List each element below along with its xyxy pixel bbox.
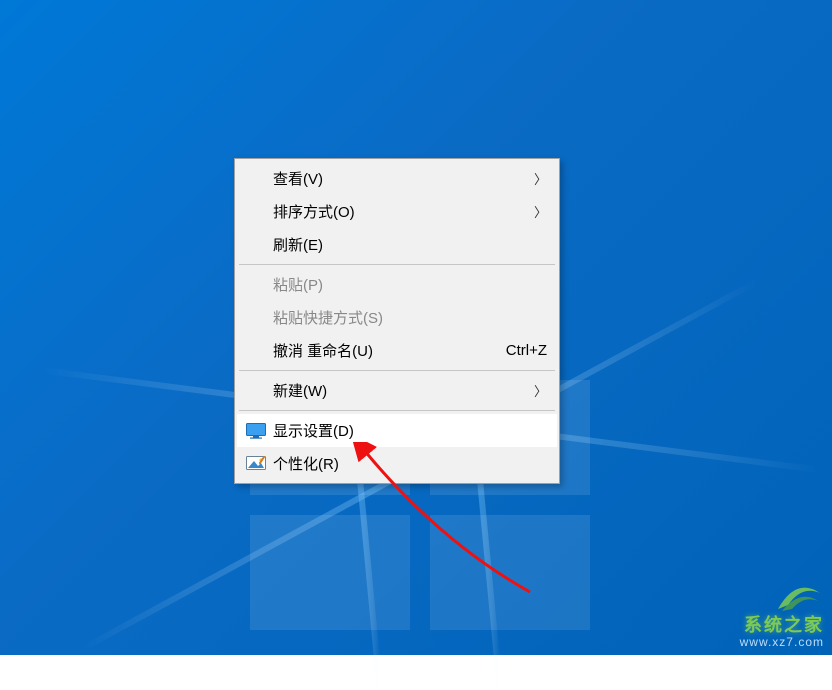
menu-item-label: 撤消 重命名(U): [273, 340, 498, 361]
watermark-swirl-icon: [772, 575, 824, 615]
menu-item-sort[interactable]: 排序方式(O) 〉: [237, 195, 557, 228]
menu-item-personalize[interactable]: 个性化(R): [237, 447, 557, 480]
chevron-right-icon: 〉: [531, 202, 547, 221]
personalize-icon: [245, 453, 267, 475]
menu-item-paste-shortcut: 粘贴快捷方式(S): [237, 301, 557, 334]
desktop-context-menu: 查看(V) 〉 排序方式(O) 〉 刷新(E) 粘贴(P) 粘贴快捷方式(S) …: [234, 158, 560, 484]
blank-icon: [245, 340, 267, 362]
menu-separator: [239, 264, 555, 265]
blank-icon: [245, 380, 267, 402]
menu-item-display-settings[interactable]: 显示设置(D): [237, 414, 557, 447]
chevron-right-icon: 〉: [531, 381, 547, 400]
chevron-right-icon: 〉: [531, 169, 547, 188]
menu-item-paste: 粘贴(P): [237, 268, 557, 301]
menu-separator: [239, 410, 555, 411]
menu-item-label: 刷新(E): [273, 234, 547, 255]
watermark-url: www.xz7.com: [740, 635, 824, 649]
menu-item-undo-rename[interactable]: 撤消 重命名(U) Ctrl+Z: [237, 334, 557, 367]
blank-icon: [245, 307, 267, 329]
watermark-title: 系统之家: [744, 611, 824, 637]
blank-icon: [245, 168, 267, 190]
menu-item-label: 新建(W): [273, 380, 531, 401]
monitor-icon: [245, 420, 267, 442]
menu-item-label: 粘贴(P): [273, 274, 547, 295]
menu-item-shortcut: Ctrl+Z: [506, 342, 547, 359]
menu-item-label: 排序方式(O): [273, 201, 531, 222]
menu-item-label: 粘贴快捷方式(S): [273, 307, 547, 328]
desktop-background[interactable]: 查看(V) 〉 排序方式(O) 〉 刷新(E) 粘贴(P) 粘贴快捷方式(S) …: [0, 0, 832, 655]
blank-icon: [245, 201, 267, 223]
watermark: 系统之家 www.xz7.com: [740, 575, 824, 649]
menu-item-label: 显示设置(D): [273, 420, 547, 441]
menu-item-new[interactable]: 新建(W) 〉: [237, 374, 557, 407]
menu-separator: [239, 370, 555, 371]
menu-item-label: 个性化(R): [273, 453, 547, 474]
menu-item-refresh[interactable]: 刷新(E): [237, 228, 557, 261]
menu-item-label: 查看(V): [273, 168, 531, 189]
blank-icon: [245, 234, 267, 256]
blank-icon: [245, 274, 267, 296]
menu-item-view[interactable]: 查看(V) 〉: [237, 162, 557, 195]
